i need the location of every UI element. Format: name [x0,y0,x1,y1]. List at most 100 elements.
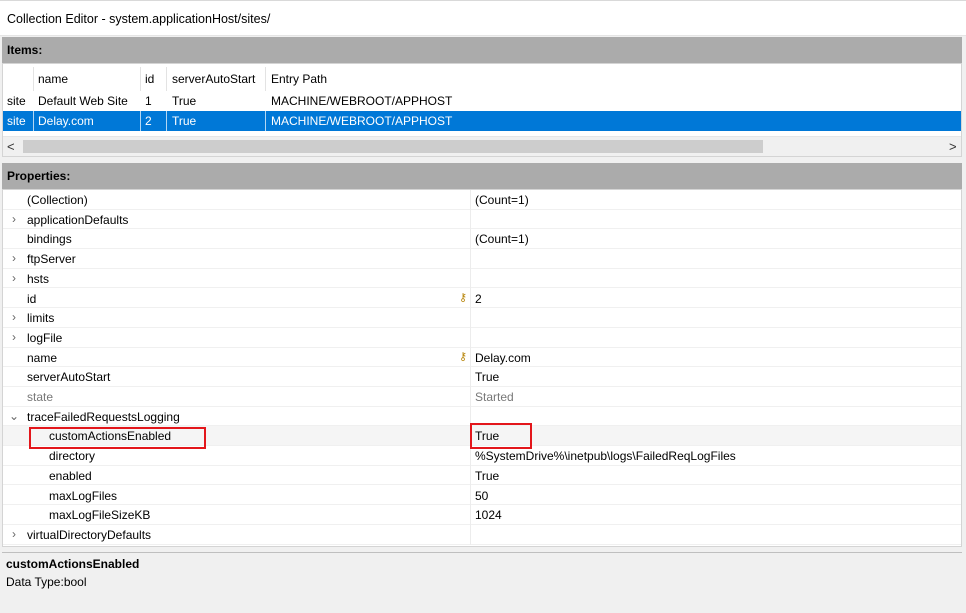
property-value[interactable]: 50 [475,489,488,503]
chevron-down-icon[interactable]: ⌄ [8,409,20,423]
description-title: customActionsEnabled [6,557,140,571]
cell-divider [33,111,34,131]
window-title: Collection Editor - system.applicationHo… [7,12,271,26]
column-divider[interactable] [470,367,471,388]
property-name: ftpServer [27,252,76,267]
chevron-right-icon[interactable]: › [8,330,20,344]
property-name: virtualDirectoryDefaults [27,527,152,542]
property-row[interactable]: › limits [3,308,961,329]
column-divider[interactable] [470,268,471,289]
items-grid-header: name id serverAutoStart Entry Path [3,67,961,91]
property-row[interactable]: state Started [3,387,961,407]
column-divider[interactable] [470,190,471,210]
chevron-right-icon[interactable]: › [8,212,20,226]
property-name: maxLogFiles [49,488,118,503]
property-row[interactable]: › logFile [3,327,961,348]
property-name: (Collection) [27,193,88,207]
description-panel: customActionsEnabled Data Type:bool [2,552,962,613]
table-row[interactable]: site Default Web Site 1 True MACHINE/WEB… [3,91,961,111]
properties-grid[interactable]: (Collection) (Count=1) › applicationDefault… [2,189,962,547]
row-id: 2 [145,114,152,128]
column-divider[interactable] [166,67,167,91]
property-row[interactable]: maxLogFileSizeKB 1024 [3,505,961,526]
property-name: hsts [27,271,50,286]
property-value[interactable]: True [475,370,499,384]
property-name: directory [49,449,96,464]
items-section-header: Items: [2,37,962,63]
scroll-left-icon[interactable]: < [7,139,15,154]
cell-divider [166,111,167,131]
highlight-box-property-name [29,427,206,449]
column-divider[interactable] [470,387,471,407]
description-text: Data Type:bool [6,575,87,589]
column-header-entry-path[interactable]: Entry Path [271,72,327,86]
column-divider[interactable] [33,67,34,91]
property-row[interactable]: › hsts [3,268,961,289]
title-bar: Collection Editor - system.applicationHo… [0,0,966,36]
row-entry-path: MACHINE/WEBROOT/APPHOST [271,94,453,108]
property-row[interactable]: name ⚷ Delay.com [3,347,961,368]
column-header-name[interactable]: name [38,72,68,86]
scrollbar-thumb[interactable] [23,140,763,153]
property-name: traceFailedRequestsLogging [27,409,180,424]
column-divider[interactable] [470,249,471,270]
horizontal-scrollbar[interactable]: < > [3,136,961,156]
property-row[interactable]: maxLogFiles 50 [3,485,961,506]
row-type: site [7,114,26,128]
property-row[interactable]: › applicationDefaults [3,209,961,230]
chevron-right-icon[interactable]: › [8,271,20,285]
properties-section-header: Properties: [2,163,962,189]
column-divider[interactable] [470,209,471,230]
items-grid[interactable]: name id serverAutoStart Entry Path site … [2,63,962,157]
property-name: enabled [49,468,92,483]
property-name: id [27,291,37,306]
row-entry-path: MACHINE/WEBROOT/APPHOST [271,114,453,128]
property-value[interactable]: 2 [475,292,482,306]
property-name: bindings [27,232,72,247]
column-divider[interactable] [470,446,471,467]
column-divider[interactable] [470,347,471,368]
property-value[interactable]: Delay.com [475,351,531,365]
column-divider[interactable] [470,524,471,545]
key-icon: ⚷ [459,350,468,363]
column-header-serverautostart[interactable]: serverAutoStart [172,72,255,86]
column-divider[interactable] [470,465,471,486]
property-name: state [27,390,54,404]
property-row[interactable]: bindings (Count=1) [3,229,961,250]
scroll-right-icon[interactable]: > [949,139,957,154]
column-header-id[interactable]: id [145,72,154,86]
property-row[interactable]: id ⚷ 2 [3,288,961,309]
column-divider[interactable] [470,229,471,250]
row-name: Default Web Site [38,94,128,108]
property-row[interactable]: (Collection) (Count=1) [3,190,961,210]
property-value[interactable]: %SystemDrive%\inetpub\logs\FailedReqLogF… [475,449,736,463]
row-serverautostart: True [172,114,197,128]
property-name: logFile [27,330,63,345]
row-id: 1 [145,94,152,108]
property-value[interactable]: (Count=1) [475,193,529,207]
property-value[interactable]: (Count=1) [475,232,529,246]
chevron-right-icon[interactable]: › [8,527,20,541]
column-divider[interactable] [140,67,141,91]
table-row-selected[interactable]: site Delay.com 2 True MACHINE/WEBROOT/AP… [3,111,961,131]
cell-divider [265,111,266,131]
property-value[interactable]: 1024 [475,508,502,522]
column-divider[interactable] [470,327,471,348]
property-row[interactable]: serverAutoStart True [3,367,961,388]
property-row[interactable]: › virtualDirectoryDefaults [3,524,961,545]
property-row[interactable]: directory %SystemDrive%\inetpub\logs\Fail… [3,446,961,467]
property-value: Started [475,390,514,404]
column-divider[interactable] [470,505,471,526]
chevron-right-icon[interactable]: › [8,310,20,324]
property-name: applicationDefaults [27,212,129,227]
cell-divider [140,111,141,131]
property-row[interactable]: enabled True [3,465,961,486]
column-divider[interactable] [470,288,471,309]
chevron-right-icon[interactable]: › [8,251,20,265]
column-divider[interactable] [265,67,266,91]
property-value[interactable]: True [475,469,499,483]
column-divider[interactable] [470,308,471,329]
column-divider[interactable] [470,485,471,506]
property-name: maxLogFileSizeKB [49,508,151,523]
property-row[interactable]: › ftpServer [3,249,961,270]
